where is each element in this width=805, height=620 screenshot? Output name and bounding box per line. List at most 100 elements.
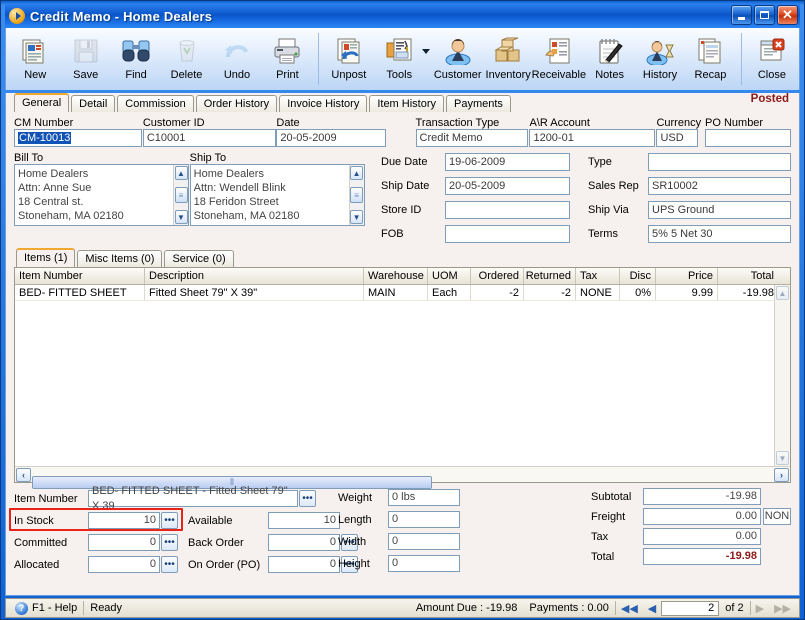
scroll-thumb[interactable]: ≡ [350, 187, 364, 203]
tab-commission[interactable]: Commission [117, 95, 194, 112]
ship-to-scrollbar[interactable]: ▲ ≡ ▼ [348, 165, 364, 225]
toolbar-undo-button[interactable]: Undo [212, 31, 262, 87]
cm-number-input[interactable]: CM-10013 [14, 129, 142, 147]
tab-order-history[interactable]: Order History [195, 95, 278, 112]
length-input[interactable]: 0 [388, 511, 460, 528]
scroll-up-icon[interactable]: ▲ [776, 286, 789, 300]
toolbar-delete-button[interactable]: Delete [161, 31, 211, 87]
toolbar-history-button[interactable]: History [635, 31, 685, 87]
customer-id-input[interactable]: C10001 [142, 129, 276, 147]
scroll-down-icon[interactable]: ▼ [174, 210, 188, 224]
type-input[interactable] [648, 153, 791, 171]
freight-tax-code[interactable]: NON [763, 508, 791, 525]
tab-item-history[interactable]: Item History [369, 95, 445, 112]
detail-item-number-input[interactable]: BED- FITTED SHEET - Fitted Sheet 79" X 3… [88, 485, 298, 512]
sales-rep-input[interactable]: SR10002 [648, 177, 791, 195]
tab-invoice-history[interactable]: Invoice History [279, 95, 368, 112]
grid-col-warehouse[interactable]: Warehouse [364, 268, 428, 284]
back-order-input[interactable]: 0 [268, 534, 340, 551]
width-input[interactable]: 0 [388, 533, 460, 550]
nav-next-button[interactable]: ▶ [751, 602, 769, 615]
tab-items[interactable]: Items (1) [16, 248, 76, 267]
toolbar-find-button[interactable]: Find [111, 31, 161, 87]
in-stock-lookup-button[interactable]: ••• [161, 512, 178, 529]
cell-description: Fitted Sheet 79" X 39" [145, 285, 364, 300]
scroll-right-icon[interactable]: › [774, 467, 789, 482]
weight-input[interactable]: 0 lbs [388, 489, 460, 506]
toolbar-receivable-button[interactable]: Receivable [532, 31, 586, 87]
close-button[interactable]: ✕ [777, 5, 798, 25]
grid-col-total[interactable]: Total [718, 268, 778, 284]
help-section[interactable]: ? F1 - Help [9, 600, 83, 616]
grid-body[interactable]: BED- FITTED SHEET Fitted Sheet 79" X 39"… [15, 285, 790, 466]
grid-horizontal-scrollbar[interactable]: ‹ ⦀ › [15, 466, 790, 489]
scroll-down-icon[interactable]: ▼ [776, 451, 789, 465]
nav-last-button[interactable]: ▶▶ [769, 602, 796, 615]
allocated-input[interactable]: 0 [88, 556, 160, 573]
toolbar-notes-button[interactable]: Notes [584, 31, 634, 87]
on-order-po-input[interactable]: 0 [268, 556, 340, 573]
subtotal-value[interactable]: -19.98 [643, 488, 761, 505]
scroll-left-icon[interactable]: ‹ [16, 467, 31, 482]
available-input[interactable]: 10 [268, 512, 340, 529]
grid-col-description[interactable]: Description [145, 268, 364, 284]
in-stock-input[interactable]: 10 [88, 512, 160, 529]
bill-to-scrollbar[interactable]: ▲ ≡ ▼ [173, 165, 188, 225]
nav-prev-button[interactable]: ◀ [643, 602, 661, 615]
grid-col-uom[interactable]: UOM [428, 268, 471, 284]
tax-value[interactable]: 0.00 [643, 528, 761, 545]
fob-input[interactable] [445, 225, 570, 243]
due-date-input[interactable]: 19-06-2009 [445, 153, 570, 171]
tab-payments[interactable]: Payments [446, 95, 511, 112]
allocated-lookup-button[interactable]: ••• [161, 556, 178, 573]
table-row[interactable]: BED- FITTED SHEET Fitted Sheet 79" X 39"… [15, 285, 790, 301]
grid-col-item-number[interactable]: Item Number [15, 268, 145, 284]
freight-value[interactable]: 0.00 [643, 508, 761, 525]
terms-input[interactable]: 5% 5 Net 30 [648, 225, 791, 243]
tab-service[interactable]: Service (0) [164, 250, 234, 267]
maximize-button[interactable] [754, 5, 775, 25]
scroll-up-icon[interactable]: ▲ [174, 166, 188, 180]
tab-misc-items[interactable]: Misc Items (0) [77, 250, 163, 267]
committed-input[interactable]: 0 [88, 534, 160, 551]
ship-to-address-box[interactable]: Home Dealers Attn: Wendell Blink 18 Feri… [189, 164, 365, 226]
height-input[interactable]: 0 [388, 555, 460, 572]
po-number-input[interactable] [705, 129, 792, 147]
grid-col-returned[interactable]: Returned [524, 268, 576, 284]
total-value[interactable]: -19.98 [643, 548, 761, 565]
grid-col-tax[interactable]: Tax [576, 268, 620, 284]
toolbar-unpost-button[interactable]: Unpost [324, 31, 374, 87]
scroll-thumb[interactable]: ≡ [174, 187, 188, 203]
store-id-input[interactable] [445, 201, 570, 219]
grid-vertical-scrollbar[interactable]: ▲ ▼ [774, 285, 790, 466]
toolbar-save-button[interactable]: Save [60, 31, 110, 87]
detail-item-number-lookup-button[interactable]: ••• [299, 490, 316, 507]
minimize-button[interactable] [731, 5, 752, 25]
nav-first-button[interactable]: ◀◀ [616, 602, 643, 615]
grid-col-ordered[interactable]: Ordered [471, 268, 524, 284]
currency-input[interactable]: USD [656, 129, 699, 147]
ship-via-input[interactable]: UPS Ground [648, 201, 791, 219]
ship-date-input[interactable]: 20-05-2009 [445, 177, 570, 195]
tools-dropdown-chevron-down-icon[interactable] [422, 49, 431, 54]
toolbar-customer-button[interactable]: Customer [432, 31, 482, 87]
grid-col-price[interactable]: Price [656, 268, 718, 284]
line-items-grid[interactable]: Item Number Description Warehouse UOM Or… [14, 267, 791, 489]
toolbar-tools-button[interactable]: Tools [374, 31, 424, 87]
toolbar-inventory-button[interactable]: Inventory [483, 31, 533, 87]
toolbar-recap-button[interactable]: Recap [685, 31, 735, 87]
tab-detail[interactable]: Detail [71, 95, 116, 112]
bill-to-address-box[interactable]: Home Dealers Attn: Anne Sue 18 Central s… [14, 164, 189, 226]
committed-lookup-button[interactable]: ••• [161, 534, 178, 551]
scroll-up-icon[interactable]: ▲ [350, 166, 364, 180]
tab-general[interactable]: General [14, 93, 70, 112]
scroll-down-icon[interactable]: ▼ [350, 210, 364, 224]
toolbar-new-button[interactable]: New [10, 31, 60, 87]
toolbar-print-button[interactable]: Print [262, 31, 312, 87]
transaction-type-input[interactable]: Credit Memo [415, 129, 528, 147]
grid-col-disc[interactable]: Disc [620, 268, 656, 284]
date-input[interactable]: 20-05-2009 [276, 129, 387, 147]
ar-account-input[interactable]: 1200-01 [529, 129, 656, 147]
page-number-input[interactable]: 2 [661, 600, 720, 616]
toolbar-close-button[interactable]: Close [747, 31, 797, 87]
